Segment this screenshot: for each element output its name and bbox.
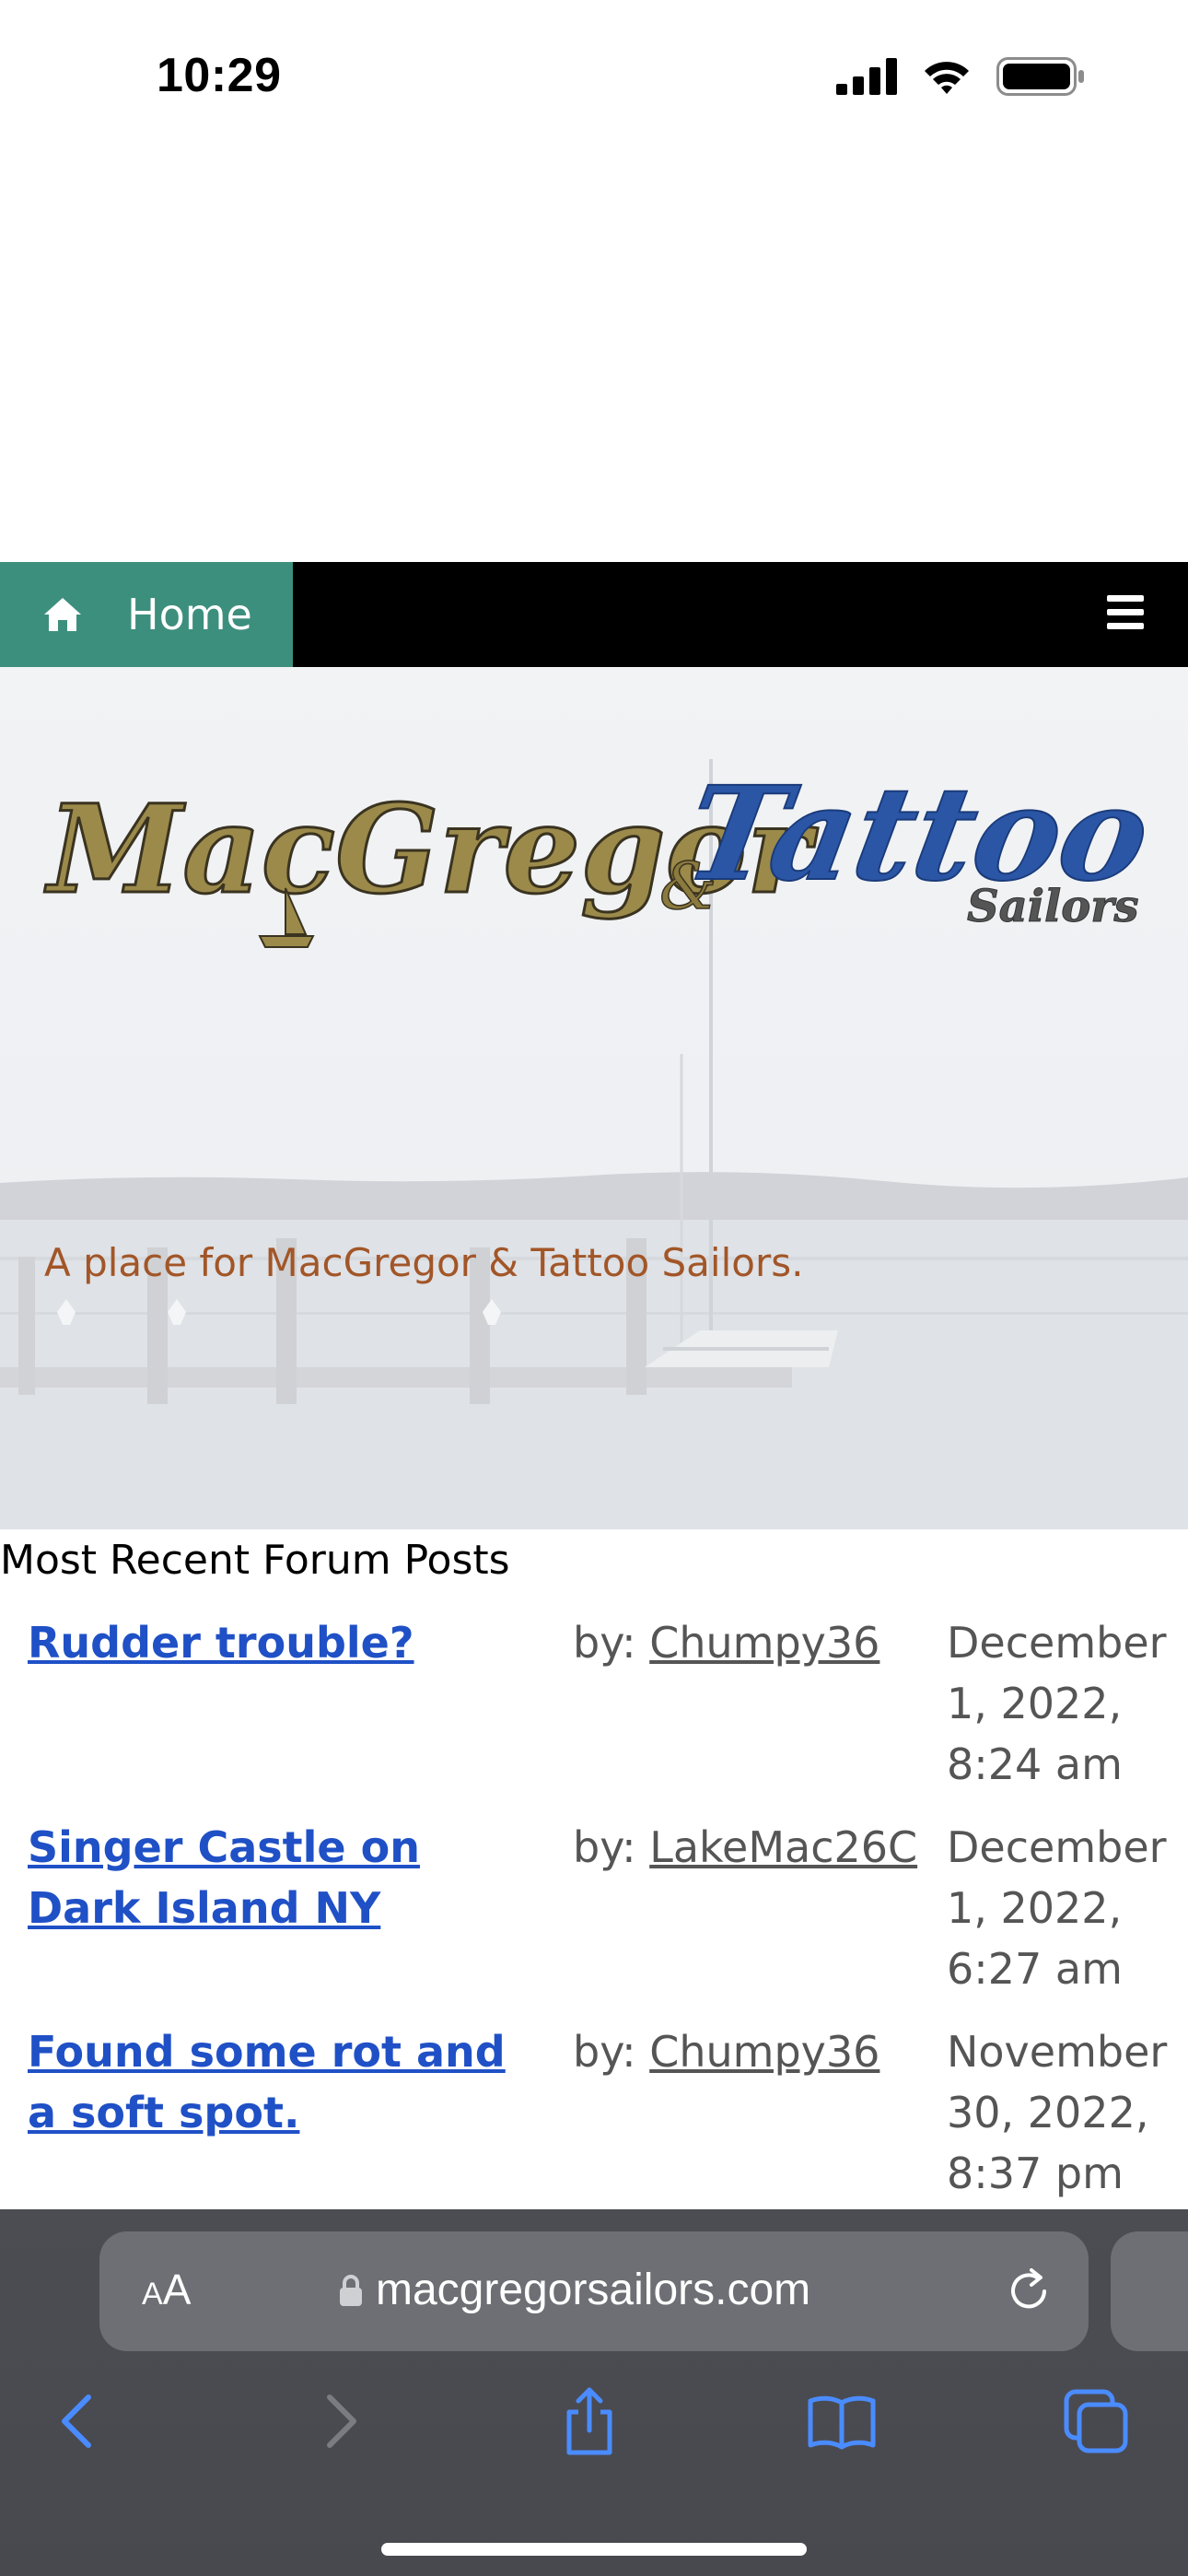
- by-prefix: by:: [573, 1822, 636, 1872]
- reload-icon[interactable]: [1004, 2266, 1054, 2316]
- tabs-icon[interactable]: [1059, 2384, 1133, 2458]
- nav-home-label: Home: [127, 590, 252, 639]
- hamburger-menu-icon[interactable]: [1107, 595, 1144, 632]
- status-bar: 10:29: [0, 0, 1188, 157]
- site-tagline: A place for MacGregor & Tattoo Sailors.: [44, 1240, 804, 1285]
- nav-home-link[interactable]: Home: [0, 562, 293, 667]
- wifi-icon: [925, 62, 969, 94]
- forum-post-date: November 30, 2022, 8:37 pm: [947, 2027, 1168, 2198]
- url-text: macgregorsailors.com: [376, 2266, 811, 2314]
- main-navbar: Home: [0, 562, 1188, 667]
- battery-icon: [996, 57, 1084, 96]
- forum-post-title[interactable]: Rudder trouble?: [28, 1612, 543, 1673]
- forum-post-author[interactable]: LakeMac26C: [649, 1822, 917, 1872]
- next-tab-preview[interactable]: [1111, 2231, 1188, 2351]
- status-icons: [836, 57, 1085, 96]
- harbor-background-image: MacGregor & Tattoo Sailors: [0, 758, 1188, 1529]
- browser-nav-buttons: [0, 2384, 1188, 2476]
- forum-heading: Most Recent Forum Posts: [0, 1537, 510, 1584]
- forum-post-title[interactable]: Singer Castle on Dark Island NY: [28, 1817, 543, 1938]
- by-prefix: by:: [573, 1618, 636, 1668]
- lock-icon: [340, 2274, 362, 2306]
- by-prefix: by:: [573, 2027, 636, 2077]
- site-logo: MacGregor & Tattoo Sailors: [43, 758, 1161, 948]
- status-time: 10:29: [157, 49, 282, 102]
- forum-post-author[interactable]: Chumpy36: [649, 2027, 879, 2077]
- logo-sailors: Sailors: [967, 881, 1139, 932]
- forum-post-byline: by: LakeMac26C: [573, 1817, 917, 1878]
- cellular-signal-icon: [836, 58, 897, 95]
- forum-post-byline: by: Chumpy36: [573, 2021, 879, 2082]
- reader-text-size-button[interactable]: AA: [142, 2265, 191, 2314]
- back-icon[interactable]: [44, 2384, 118, 2458]
- address-url[interactable]: macgregorsailors.com: [339, 2265, 810, 2315]
- home-icon: [44, 598, 81, 631]
- forum-post-date: December 1, 2022, 8:24 am: [947, 1618, 1167, 1789]
- home-indicator: [381, 2543, 807, 2556]
- forward-icon[interactable]: [300, 2384, 374, 2458]
- forum-post-byline: by: Chumpy36: [573, 1612, 879, 1673]
- address-bar[interactable]: AA macgregorsailors.com: [99, 2231, 1089, 2351]
- browser-toolbar: AA macgregorsailors.com: [0, 2209, 1188, 2576]
- forum-post-date: December 1, 2022, 6:27 am: [947, 1822, 1167, 1994]
- forum-post-author[interactable]: Chumpy36: [649, 1618, 879, 1668]
- site-header-banner: MacGregor & Tattoo Sailors A place for M…: [0, 667, 1188, 1529]
- forum-post-title[interactable]: Found some rot and a soft spot.: [28, 2021, 543, 2143]
- bookmarks-icon[interactable]: [805, 2384, 879, 2458]
- share-icon[interactable]: [553, 2384, 626, 2458]
